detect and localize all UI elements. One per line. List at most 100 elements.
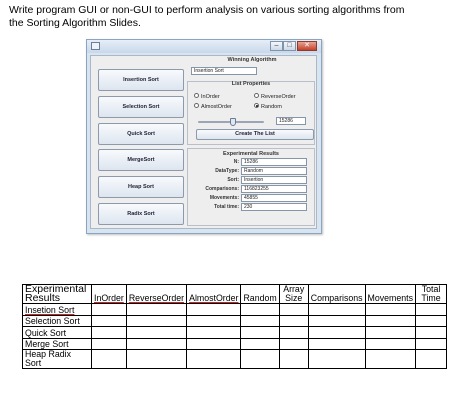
close-button[interactable]: ✕ — [297, 41, 317, 51]
table-cell — [278, 314, 309, 327]
table-cell — [278, 349, 309, 369]
table-row-label: Heap Radix Sort — [22, 349, 92, 369]
table-cell — [125, 303, 188, 316]
table-row-label: Selection Sort — [22, 314, 92, 327]
table-cell — [307, 349, 366, 369]
list-size-field[interactable]: 15286 — [276, 117, 306, 125]
radio-reverseorder[interactable]: ReverseOrder — [254, 93, 296, 100]
table-cell — [186, 337, 242, 350]
table-cell — [364, 314, 417, 327]
result-n-field: 15286 — [241, 158, 307, 166]
table-header-reverseorder: ReverseOrder — [125, 284, 188, 304]
create-list-button[interactable]: Create The List — [196, 129, 314, 140]
winning-algorithm-field[interactable]: Insertion Sort — [191, 67, 257, 75]
table-cell — [125, 337, 188, 350]
table-row: Insetion Sort — [22, 303, 448, 316]
table-cell — [186, 314, 242, 327]
result-totaltime-field: 230 — [241, 203, 307, 211]
radio-almostorder[interactable]: AlmostOrder — [194, 103, 232, 110]
table-row: Quick Sort — [22, 326, 448, 339]
table-header-inorder: InOrder — [91, 284, 127, 304]
table-cell — [364, 303, 417, 316]
table-cell — [186, 349, 242, 369]
table-row: Heap Radix Sort — [22, 349, 448, 369]
radio-reverseorder-indicator — [254, 93, 259, 99]
result-n-label: N: — [233, 159, 239, 165]
table-cell — [278, 337, 309, 350]
list-properties-group: List Properties InOrder ReverseOrder Alm… — [187, 81, 315, 145]
window-client-area: Insertion Sort Selection Sort Quick Sort… — [90, 55, 317, 229]
minimize-button[interactable]: – — [270, 41, 283, 51]
table-header-random: Random — [240, 284, 280, 304]
table-cell — [415, 314, 448, 327]
table-header-almostorder-label: AlmostOrder — [189, 293, 239, 303]
heap-sort-button[interactable]: Heap Sort — [98, 176, 184, 198]
table-row-label: Quick Sort — [22, 326, 92, 339]
selection-sort-button[interactable]: Selection Sort — [98, 96, 184, 118]
table-cell — [240, 337, 280, 350]
result-totaltime-label: Total time: — [214, 204, 239, 210]
table-header-almostorder: AlmostOrder — [186, 284, 242, 304]
table-header-total-time: Total Time — [415, 284, 448, 304]
insertion-sort-button[interactable]: Insertion Sort — [98, 69, 184, 91]
table-cell — [364, 337, 417, 350]
table-cell — [364, 349, 417, 369]
radio-random[interactable]: Random — [254, 103, 282, 110]
table-cell — [278, 303, 309, 316]
table-cell — [91, 303, 127, 316]
table-cell — [415, 326, 448, 339]
table-cell — [307, 314, 366, 327]
table-cell — [91, 314, 127, 327]
radio-inorder[interactable]: InOrder — [194, 93, 220, 100]
result-datatype-label: DataType: — [215, 168, 239, 174]
table-row: Merge Sort — [22, 337, 448, 350]
app-icon — [91, 42, 100, 50]
result-sort-field: Insertion — [241, 176, 307, 184]
table-header-inorder-label: InOrder — [94, 293, 124, 303]
table-header-title: Experimental Results — [22, 284, 92, 304]
radio-random-indicator — [254, 103, 259, 109]
table-header-reverseorder-label: ReverseOrder — [128, 293, 185, 303]
result-movements-label: Movements: — [209, 195, 239, 201]
list-properties-label: List Properties — [231, 81, 271, 87]
radio-reverseorder-label: ReverseOrder — [261, 94, 296, 100]
radio-almostorder-indicator — [194, 103, 199, 109]
assignment-instructions: Write program GUI or non-GUI to perform … — [9, 4, 405, 29]
result-comparisons-field: 116823255 — [241, 185, 307, 193]
radix-sort-button[interactable]: Radix Sort — [98, 203, 184, 225]
winning-algorithm-label: Winning Algorithm — [227, 57, 277, 63]
maximize-button[interactable]: □ — [283, 41, 296, 51]
sorting-app-window: – □ ✕ Insertion Sort Selection Sort Quic… — [86, 39, 322, 234]
result-sort-label: Sort: — [227, 177, 239, 183]
table-cell — [125, 349, 188, 369]
table-cell — [125, 326, 188, 339]
table-cell — [415, 303, 448, 316]
window-titlebar: – □ ✕ — [87, 40, 321, 53]
table-cell — [186, 303, 242, 316]
table-cell — [307, 337, 366, 350]
table-cell — [415, 349, 448, 369]
table-cell — [307, 326, 366, 339]
slider-thumb[interactable] — [230, 118, 236, 126]
experimental-results-table: Experimental Results InOrder ReverseOrde… — [22, 284, 448, 369]
table-cell — [125, 314, 188, 327]
quick-sort-button[interactable]: Quick Sort — [98, 123, 184, 145]
experimental-results-label: Experimental Results — [223, 151, 279, 157]
table-header-row: Experimental Results InOrder ReverseOrde… — [22, 284, 448, 304]
table-header-array-size: Array Size — [278, 284, 309, 304]
merge-sort-button[interactable]: MergeSort — [98, 149, 184, 171]
radio-almostorder-label: AlmostOrder — [201, 104, 232, 110]
table-cell — [415, 337, 448, 350]
experimental-results-group: Experimental Results N: 15286 DataType: … — [187, 148, 315, 226]
result-movements-field: 45855 — [241, 194, 307, 202]
table-cell — [91, 326, 127, 339]
radio-inorder-label: InOrder — [201, 94, 220, 100]
table-cell — [91, 337, 127, 350]
radio-inorder-indicator — [194, 93, 199, 99]
table-row-label: Merge Sort — [22, 337, 92, 350]
radio-random-label: Random — [261, 104, 282, 110]
result-datatype-field: Random — [241, 167, 307, 175]
table-cell — [91, 349, 127, 369]
table-cell — [307, 303, 366, 316]
result-comparisons-label: Comparisons: — [205, 186, 239, 192]
